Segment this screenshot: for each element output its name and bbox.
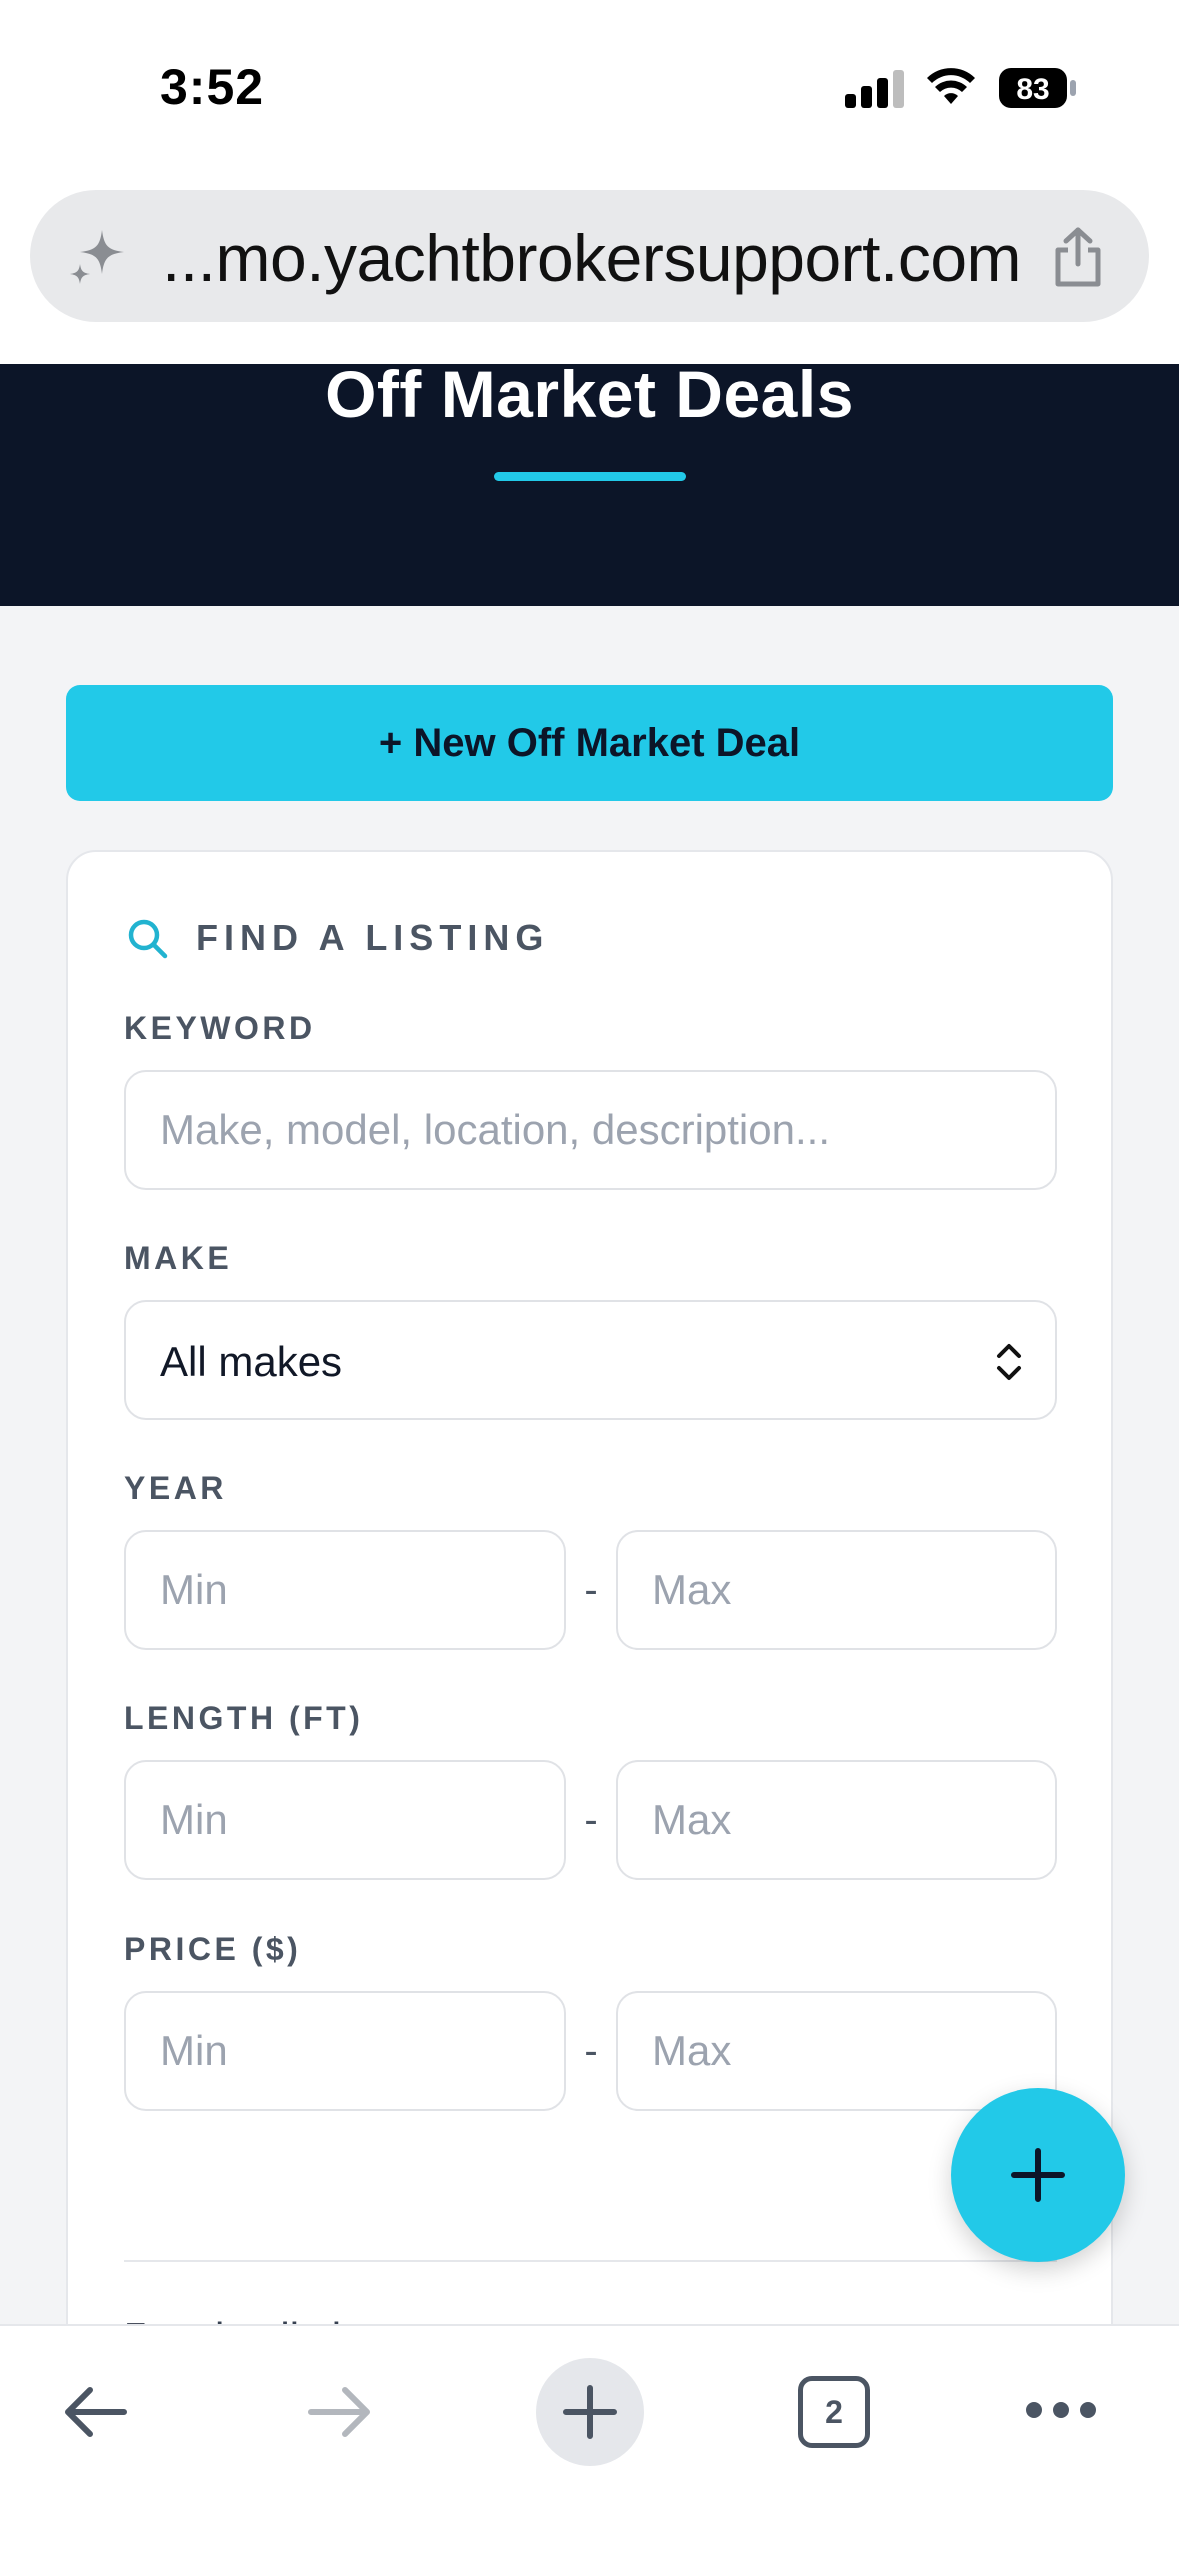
page-hero: Off Market Deals <box>0 364 1179 606</box>
search-icon <box>128 919 168 959</box>
length-min-input[interactable] <box>124 1760 566 1880</box>
battery-indicator: 83 <box>998 66 1078 110</box>
make-selected-value: All makes <box>160 1338 343 1385</box>
forward-arrow-icon[interactable] <box>305 2380 375 2444</box>
make-label: MAKE <box>124 1240 233 1276</box>
length-range-separator: - <box>584 1798 598 1842</box>
battery-level: 83 <box>1016 73 1049 106</box>
price-range-separator: - <box>584 2029 598 2073</box>
cellular-signal-icon <box>845 70 904 108</box>
make-select[interactable]: All makes <box>124 1300 1057 1420</box>
year-label: YEAR <box>124 1470 227 1506</box>
active-count-suffix: active listings <box>147 2314 409 2324</box>
status-time: 3:52 <box>160 59 265 115</box>
browser-toolbar: 2 <box>0 2324 1179 2556</box>
url-bar[interactable]: ...mo.yachtbrokersupport.com <box>30 190 1149 322</box>
main-content[interactable]: + New Off Market Deal FIND A LISTING KEY… <box>0 606 1179 2324</box>
year-range-separator: - <box>584 1568 598 1612</box>
price-label: PRICE ($) <box>124 1931 302 1967</box>
floating-add-button[interactable] <box>951 2088 1125 2262</box>
back-arrow-icon[interactable] <box>60 2380 130 2444</box>
share-icon[interactable] <box>1050 226 1106 288</box>
find-listing-header: FIND A LISTING <box>126 912 549 964</box>
title-underline <box>494 472 686 481</box>
wifi-icon <box>927 68 975 104</box>
new-off-market-deal-button[interactable]: + New Off Market Deal <box>66 685 1113 801</box>
tab-switcher-button[interactable]: 2 <box>798 2376 870 2448</box>
active-listings-count: 5 active listings <box>124 2314 409 2324</box>
chevron-up-down-icon <box>997 1344 1021 1380</box>
battery-icon: 83 <box>999 68 1076 108</box>
active-count-number: 5 <box>124 2314 147 2324</box>
page-title: Off Market Deals <box>325 364 854 431</box>
status-bar: 3:52 83 <box>0 0 1179 150</box>
year-max-input[interactable] <box>616 1530 1057 1650</box>
url-text[interactable]: ...mo.yachtbrokersupport.com <box>162 220 1022 296</box>
divider <box>124 2260 1057 2262</box>
find-listing-title: FIND A LISTING <box>196 917 550 958</box>
more-icon[interactable] <box>1024 2398 1098 2422</box>
length-label: LENGTH (FT) <box>124 1700 364 1736</box>
new-tab-button[interactable] <box>536 2358 644 2466</box>
keyword-input[interactable] <box>124 1070 1057 1190</box>
plus-icon <box>563 2385 617 2439</box>
sparkle-icon[interactable] <box>68 226 128 286</box>
price-max-input[interactable] <box>616 1991 1057 2111</box>
plus-icon <box>1011 2148 1065 2202</box>
year-min-input[interactable] <box>124 1530 566 1650</box>
price-min-input[interactable] <box>124 1991 566 2111</box>
keyword-label: KEYWORD <box>124 1010 316 1046</box>
find-listing-card: FIND A LISTING KEYWORD MAKE All makes YE… <box>66 850 1113 2324</box>
length-max-input[interactable] <box>616 1760 1057 1880</box>
